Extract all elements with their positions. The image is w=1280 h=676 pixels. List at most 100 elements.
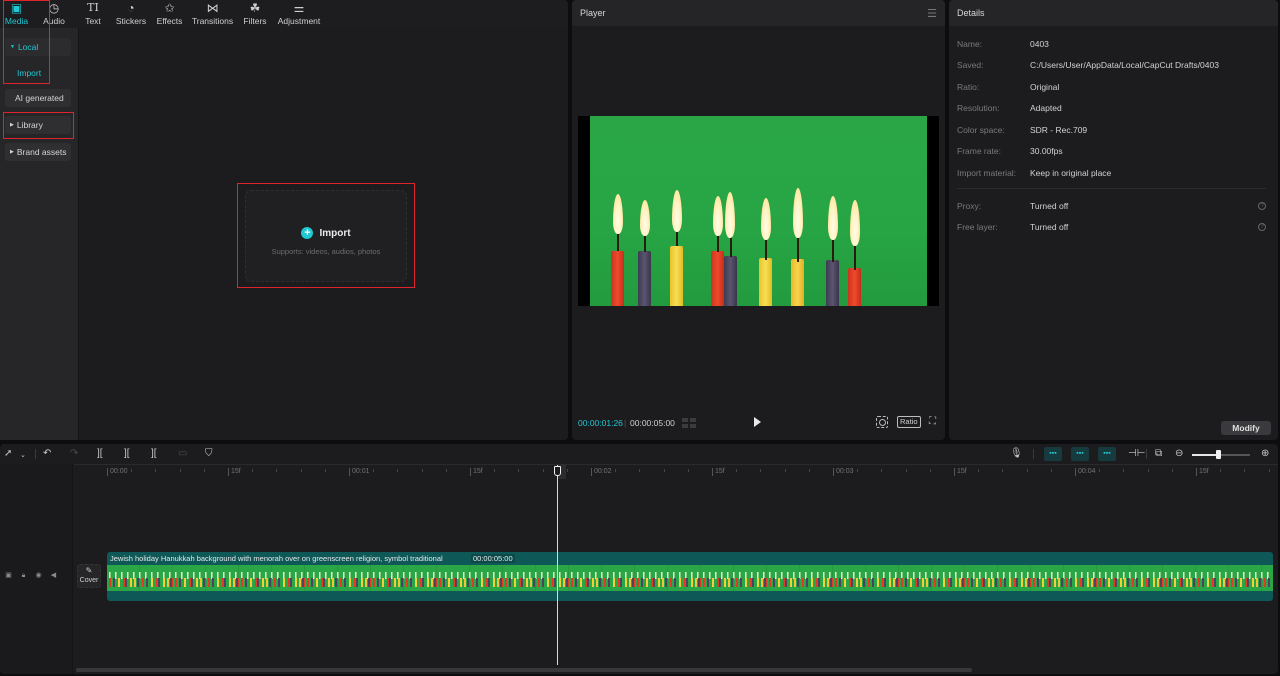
adjustment-icon: ⚌ <box>293 1 305 15</box>
text-icon: TI <box>87 1 99 14</box>
ruler-label: 15f <box>954 468 967 476</box>
eye-icon[interactable]: ◉ <box>34 571 43 580</box>
detail-row-resolution: Resolution: Adapted <box>957 103 1270 117</box>
fullscreen-icon[interactable]: ⛶ <box>929 416 936 427</box>
tab-transitions[interactable]: ⋈ Transitions <box>188 0 237 28</box>
tab-label: Audio <box>43 16 65 26</box>
hamburger-menu-icon[interactable]: ☰ <box>927 7 937 20</box>
tab-stickers[interactable]: ◔ Stickers <box>111 0 151 28</box>
microphone-icon[interactable]: 🎙 <box>1010 448 1023 460</box>
zoom-out-icon[interactable]: ⊖ <box>1175 448 1183 460</box>
tab-media[interactable]: ▣ Media <box>0 0 33 28</box>
transitions-icon: ⋈ <box>206 1 219 15</box>
detail-value: Adapted <box>1030 103 1062 113</box>
media-tab-bar: ▣ Media ◷ Audio TI Text ◔ Stickers ✩ Eff… <box>0 0 568 28</box>
tab-adjustment[interactable]: ⚌ Adjustment <box>273 0 325 28</box>
candle-yellow <box>791 259 804 306</box>
detail-label: Name: <box>957 39 983 49</box>
ruler-label: 15f <box>470 468 483 476</box>
tab-filters[interactable]: ☘ Filters <box>237 0 273 28</box>
cover-button[interactable]: ✎ Cover <box>77 564 101 588</box>
pencil-icon: ✎ <box>85 566 93 575</box>
modify-button[interactable]: Modify <box>1221 421 1271 435</box>
tab-audio[interactable]: ◷ Audio <box>33 0 75 28</box>
track-type-icon: ▣ <box>5 572 12 579</box>
delete-right-icon[interactable]: ][ <box>151 448 157 460</box>
info-icon[interactable]: ? <box>1258 202 1266 210</box>
zoom-slider-knob[interactable] <box>1216 450 1222 459</box>
tab-text[interactable]: TI Text <box>75 0 111 28</box>
lock-icon[interactable]: 🔒︎ <box>19 571 28 580</box>
video-preview[interactable] <box>578 116 939 306</box>
preview-axis-icon[interactable]: ⊣⊢ <box>1128 448 1145 460</box>
timeline-horizontal-scrollbar[interactable] <box>76 668 972 672</box>
ruler-tick <box>300 469 302 472</box>
toolbar-divider <box>35 449 36 459</box>
timeline-ruler[interactable]: 00:00 15f 00:01 15f 00:02 15f 00:03 15f 00:04 15f <box>74 464 1278 478</box>
timeline-zoom-slider[interactable] <box>1192 450 1250 459</box>
audio-icon: ◷ <box>48 1 60 15</box>
candle-purple <box>724 256 737 306</box>
import-dropzone[interactable]: + Import Supports: videos, audios, photo… <box>245 190 407 282</box>
media-icon: ▣ <box>10 1 23 15</box>
play-button[interactable] <box>754 417 761 427</box>
sidebar-item-brand-assets[interactable]: ▶ Brand assets <box>5 143 71 161</box>
audio-mute-icon[interactable]: ◀︎ <box>49 571 58 580</box>
marker-icon[interactable]: ⛉ <box>205 448 213 460</box>
ruler-tick <box>687 469 689 472</box>
details-divider <box>957 188 1266 189</box>
candle-yellow <box>670 246 683 306</box>
tab-label: Effects <box>156 16 183 26</box>
effects-icon: ✩ <box>164 1 175 15</box>
caret-right-icon: ▶ <box>10 121 14 128</box>
delete-icon[interactable]: ▭ <box>178 448 187 460</box>
detail-label: Ratio: <box>957 82 980 92</box>
ruler-label: 00:00 <box>107 468 128 476</box>
sidebar-item-ai-generated[interactable]: AI generated <box>5 89 71 107</box>
ruler-label: 15f <box>1196 468 1209 476</box>
zoom-in-icon[interactable]: ⊕ <box>1261 448 1269 460</box>
chevron-down-icon[interactable]: ⌄ <box>20 450 26 462</box>
ratio-button[interactable]: Ratio <box>897 416 921 428</box>
screenshot-icon[interactable] <box>876 416 888 428</box>
clip-title: Jewish holiday Hanukkah background with … <box>110 554 443 563</box>
select-cursor-icon[interactable]: ➚ <box>4 448 12 460</box>
details-panel: Details Name: 0403 Saved: C:/Users/User/… <box>949 0 1278 440</box>
candle-flame <box>828 196 838 240</box>
tab-effects[interactable]: ✩ Effects <box>151 0 188 28</box>
delete-left-icon[interactable]: ][ <box>124 448 130 460</box>
plus-circle-icon: + <box>301 227 314 239</box>
ruler-tick <box>1099 469 1101 472</box>
tab-label: Filters <box>243 16 267 26</box>
sidebar-item-library[interactable]: ▶ Library <box>5 116 71 134</box>
sidebar-item-import[interactable]: Import <box>17 68 41 78</box>
ruler-label: 00:01 <box>349 468 370 476</box>
candle-flame <box>713 196 723 236</box>
split-icon[interactable]: ][ <box>97 448 103 460</box>
detail-value: Original <box>1030 82 1060 92</box>
linkage-icon[interactable]: ▪▪▪ <box>1098 447 1116 461</box>
thumbnail-toggle-icon[interactable]: ⧉ <box>1155 448 1162 460</box>
info-icon[interactable]: ? <box>1258 223 1266 231</box>
auto-snap-icon[interactable]: ▪▪▪ <box>1071 447 1089 461</box>
redo-icon[interactable]: ↷ <box>70 448 78 460</box>
candle-flame <box>613 194 623 234</box>
video-clip[interactable]: Jewish holiday Hanukkah background with … <box>107 552 1273 601</box>
candle-wick <box>797 234 799 262</box>
sidebar-item-local[interactable]: ▼ Local <box>5 38 71 56</box>
sidebar-item-label: Local <box>17 42 39 52</box>
main-track-magnet-icon[interactable]: ▪▪▪ <box>1044 447 1062 461</box>
import-label: Import <box>319 227 351 239</box>
ruler-tick <box>760 469 762 472</box>
ruler-tick <box>518 469 520 472</box>
undo-icon[interactable]: ↶ <box>43 448 51 460</box>
detail-value: Keep in original place <box>1030 168 1112 178</box>
detail-value: SDR - Rec.709 <box>1030 125 1088 135</box>
timeline-grid-icon[interactable] <box>682 418 696 428</box>
ruler-tick <box>542 469 544 472</box>
ruler-tick <box>1268 469 1270 472</box>
ruler-tick <box>1123 469 1125 472</box>
playhead-handle[interactable] <box>554 466 561 476</box>
ruler-tick <box>494 469 496 472</box>
candle-purple <box>638 251 651 306</box>
